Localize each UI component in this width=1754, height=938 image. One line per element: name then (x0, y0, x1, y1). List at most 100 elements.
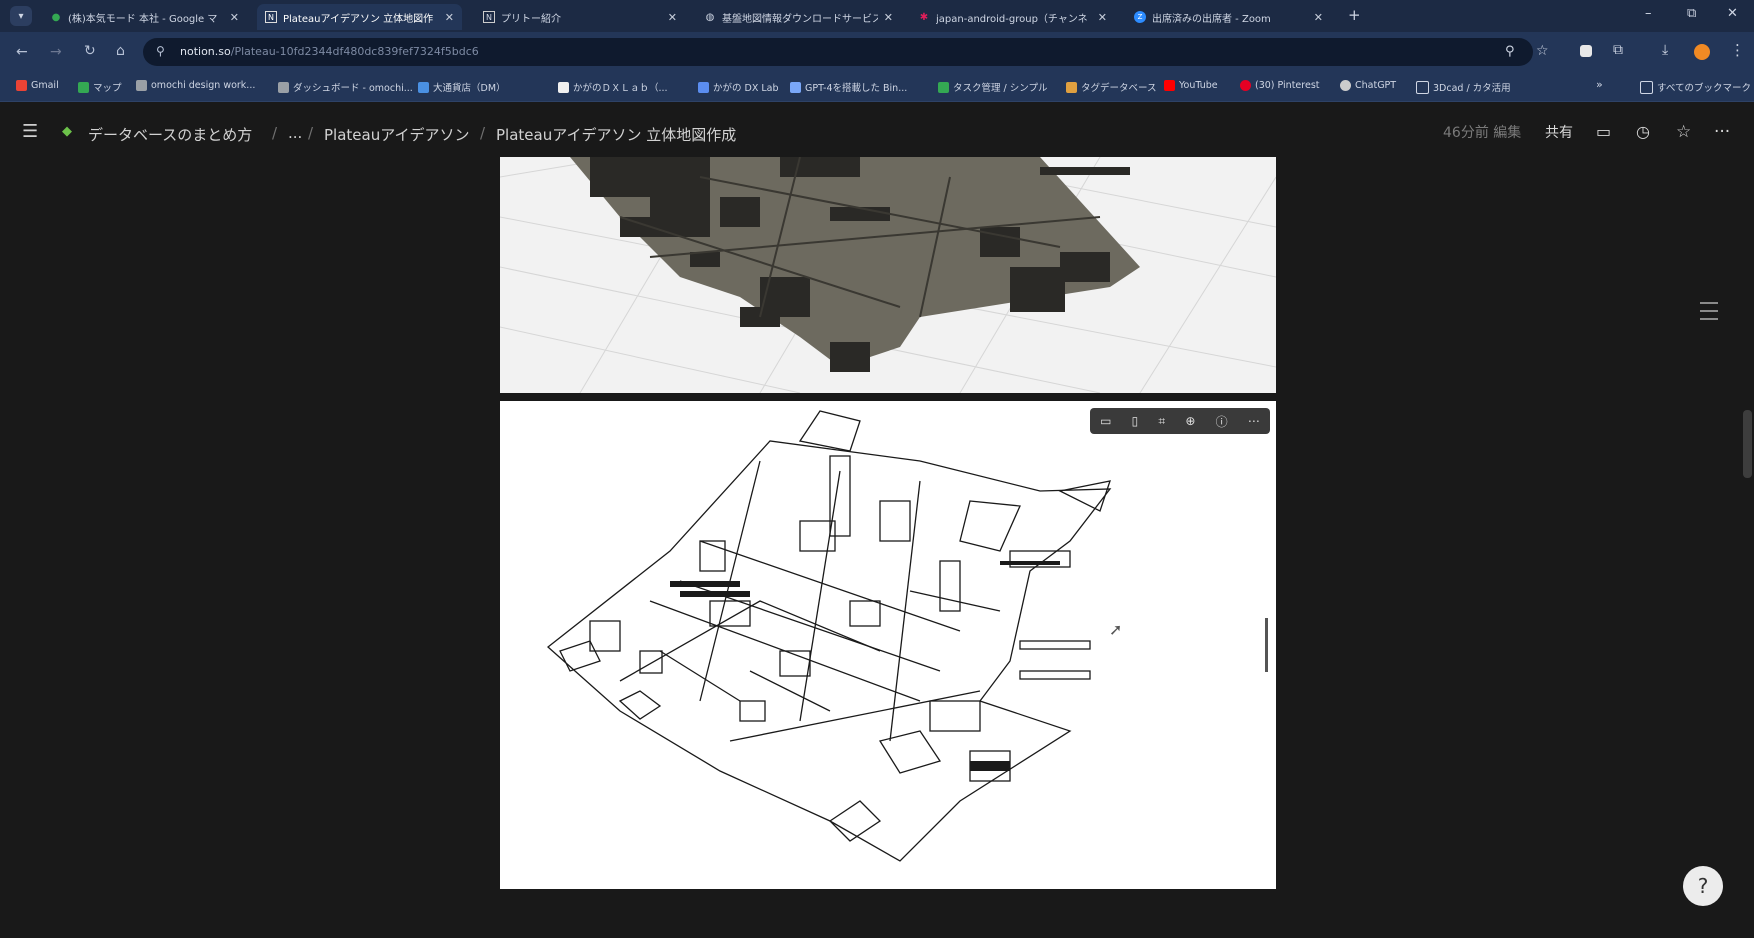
comment-icon[interactable]: ▭ (1596, 122, 1611, 141)
tab-search-button[interactable]: ▾ (10, 6, 32, 26)
close-icon[interactable]: ✕ (1314, 11, 1323, 24)
breadcrumb-plateau[interactable]: Plateauアイデアソン (324, 124, 469, 145)
notion-icon: N (265, 11, 277, 23)
tab-kiban-map[interactable]: ◍ 基盤地図情報ダウンロードサービス ✕ (696, 4, 901, 30)
mouse-cursor-icon: ➚ (1109, 620, 1123, 639)
bookmark-dashboard[interactable]: ダッシュボード - omochi... (278, 80, 413, 94)
url-text[interactable]: notion.so/Plateau-10fd2344df480dc839fef7… (180, 45, 479, 58)
url-host: notion.so (180, 45, 231, 58)
window-close-button[interactable]: ✕ (1727, 6, 1738, 21)
more-icon[interactable]: ⋯ (1248, 414, 1260, 428)
bookmark-label: タスク管理 / シンプル (953, 83, 1048, 94)
gmail-icon (16, 80, 27, 91)
reload-icon[interactable]: ↻ (84, 43, 96, 59)
bookmark-pinterest[interactable]: (30) Pinterest (1240, 80, 1320, 91)
close-icon[interactable]: ✕ (445, 11, 454, 24)
bookmark-chatgpt[interactable]: ChatGPT (1340, 80, 1396, 91)
bookmark-label: omochi design work... (151, 80, 256, 91)
site-info-icon[interactable]: ⚲ (156, 44, 165, 58)
tab-label: japan-android-group（チャンネ (936, 13, 1088, 25)
extension-icon[interactable] (1580, 45, 1592, 57)
bookmark-label: GPT-4を搭載した Bin... (805, 83, 908, 94)
bookmark-tagdb[interactable]: タグデータベース (1066, 80, 1157, 94)
tab-label: Plateauアイデアソン 立体地図作 (283, 13, 434, 25)
maps-icon (78, 81, 89, 93)
tab-label: 出席済みの出席者 - Zoom (1152, 13, 1271, 25)
bookmark-label: タグデータベース (1081, 83, 1157, 94)
table-of-contents-outline[interactable] (1700, 302, 1718, 326)
bookmark-gmail[interactable]: Gmail (16, 80, 59, 91)
back-icon[interactable]: ← (16, 44, 28, 60)
zoom-icon: Z (1134, 11, 1146, 23)
pinterest-icon (1240, 80, 1251, 91)
close-icon[interactable]: ✕ (668, 11, 677, 24)
forward-icon[interactable]: → (50, 44, 62, 60)
checkbox-icon (938, 81, 949, 93)
share-button[interactable]: 共有 (1545, 122, 1573, 142)
favorite-star-icon[interactable]: ☆ (1676, 122, 1691, 142)
restore-button[interactable]: ⧉ (1687, 6, 1696, 21)
star-bookmark-icon[interactable]: ☆ (1536, 43, 1549, 59)
bookmark-3dcad[interactable]: 3Dcad / カタ活用 (1416, 80, 1511, 94)
caption-icon[interactable]: ▯ (1132, 414, 1139, 428)
city-line-drawing-image[interactable] (500, 401, 1276, 889)
favicon-icon (278, 81, 289, 93)
menu-kebab-icon[interactable]: ⋮ (1730, 41, 1745, 59)
bookmark-bing[interactable]: GPT-4を搭載した Bin... (790, 80, 907, 94)
download-icon[interactable]: ⤓ (1662, 42, 1668, 58)
home-icon[interactable]: ⌂ (116, 43, 125, 59)
extensions-puzzle-icon[interactable]: ⧉ (1613, 42, 1623, 58)
page-scrollbar[interactable] (1743, 410, 1752, 478)
bookmark-label: かがの DX Lab (713, 83, 779, 94)
tab-label: (株)本気モード 本社 - Google マ (68, 13, 218, 25)
tab-pritoo[interactable]: N プリトー紹介 ✕ (475, 4, 685, 30)
profile-avatar[interactable] (1694, 44, 1710, 60)
tab-slack[interactable]: ✱ japan-android-group（チャンネ ✕ (910, 4, 1115, 30)
zoom-in-icon[interactable]: ⊕ (1185, 414, 1195, 428)
bookmark-dxlab-notion[interactable]: かがのＤＸＬａｂ（... (558, 80, 668, 94)
tab-google-maps[interactable]: ● (株)本気モード 本社 - Google マ ✕ (42, 4, 247, 30)
tab-plateau[interactable]: N Plateauアイデアソン 立体地図作 ✕ (257, 4, 462, 30)
bookmark-label: すべてのブックマーク (1657, 83, 1751, 94)
bookmark-label: かがのＤＸＬａｂ（... (573, 83, 668, 94)
bookmark-youtube[interactable]: YouTube (1164, 80, 1218, 91)
close-icon[interactable]: ✕ (1098, 11, 1107, 24)
help-button[interactable]: ? (1683, 866, 1723, 906)
notion-icon: N (483, 11, 495, 23)
favicon-icon (698, 81, 709, 93)
bookmark-label: (30) Pinterest (1255, 80, 1320, 91)
bookmark-omochi[interactable]: omochi design work... (136, 80, 255, 91)
bookmark-all[interactable]: すべてのブックマーク (1640, 80, 1751, 94)
more-options-icon[interactable]: ··· (1714, 122, 1730, 142)
bookmarks-overflow-icon[interactable]: » (1596, 78, 1603, 91)
city-model-render (500, 157, 1276, 393)
bookmark-dxlab[interactable]: かがの DX Lab (698, 80, 779, 94)
bookmark-dm[interactable]: 大通貨店（DM） (418, 80, 506, 94)
bookmark-maps[interactable]: マップ (78, 80, 122, 94)
image-inner-scrollbar[interactable] (1265, 618, 1268, 672)
close-icon[interactable]: ✕ (884, 11, 893, 24)
bookmark-label: ダッシュボード - omochi... (293, 83, 413, 94)
minimize-button[interactable]: – (1645, 6, 1652, 21)
sidebar-toggle-icon[interactable]: ☰ (22, 121, 38, 142)
info-icon[interactable]: ⓘ (1216, 413, 1228, 430)
history-clock-icon[interactable]: ◷ (1636, 122, 1650, 141)
new-tab-button[interactable]: + (1348, 6, 1361, 24)
bookmark-task[interactable]: タスク管理 / シンプル (938, 80, 1047, 94)
close-icon[interactable]: ✕ (230, 11, 239, 24)
folder-icon (1416, 80, 1429, 94)
city-model-3d-image[interactable] (500, 157, 1276, 393)
breadcrumb-database[interactable]: データベースのまとめ方 (88, 124, 252, 145)
crop-icon[interactable]: ⌗ (1158, 414, 1165, 429)
bookmark-label: Gmail (31, 80, 59, 91)
tab-label: 基盤地図情報ダウンロードサービス (722, 13, 878, 25)
tab-zoom[interactable]: Z 出席済みの出席者 - Zoom ✕ (1126, 4, 1331, 30)
zoom-icon-omnibox[interactable]: ⚲ (1505, 44, 1515, 59)
breadcrumb-current-page[interactable]: Plateauアイデアソン 立体地図作成 (496, 124, 736, 145)
city-line-render (546, 410, 1112, 862)
favicon-icon (136, 80, 147, 91)
favicon-icon (418, 81, 429, 93)
bookmark-label: YouTube (1179, 80, 1218, 91)
comment-icon[interactable]: ▭ (1100, 414, 1111, 428)
breadcrumb-ellipsis[interactable]: ... (288, 124, 302, 142)
